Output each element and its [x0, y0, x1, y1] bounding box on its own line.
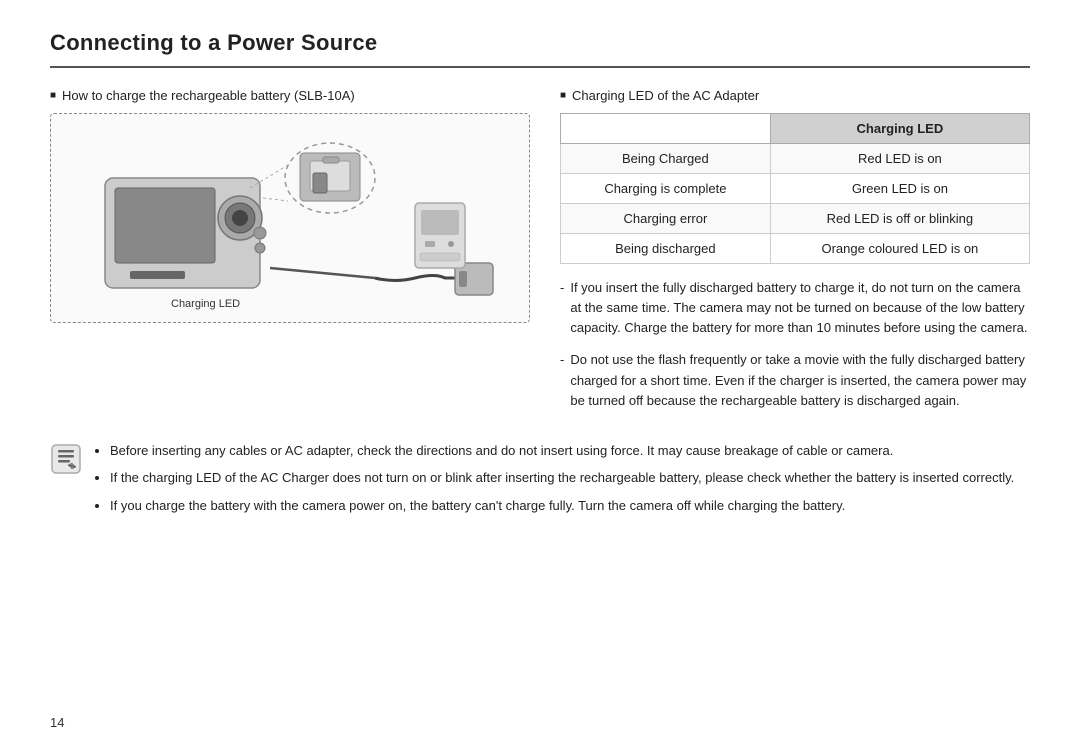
- table-row: Charging errorRed LED is off or blinking: [561, 204, 1030, 234]
- table-row: Charging is completeGreen LED is on: [561, 174, 1030, 204]
- note-bullets-list: Before inserting any cables or AC adapte…: [92, 441, 1030, 516]
- table-header-empty: [561, 114, 771, 144]
- right-note-1: - If you insert the fully discharged bat…: [560, 278, 1030, 338]
- charging-led-table: Charging LED Being ChargedRed LED is onC…: [560, 113, 1030, 264]
- table-row: Being ChargedRed LED is on: [561, 144, 1030, 174]
- page-title: Connecting to a Power Source: [50, 30, 1030, 56]
- note-bullet-3: If you charge the battery with the camer…: [110, 496, 1030, 516]
- camera-diagram: Charging LED: [50, 113, 530, 323]
- right-note-1-text: If you insert the fully discharged batte…: [570, 278, 1030, 338]
- note-bullet-2: If the charging LED of the AC Charger do…: [110, 468, 1030, 488]
- note-bullet-1: Before inserting any cables or AC adapte…: [110, 441, 1030, 461]
- note-box: Before inserting any cables or AC adapte…: [50, 441, 1030, 524]
- table-row: Being dischargedOrange coloured LED is o…: [561, 234, 1030, 264]
- table-cell-state: Charging error: [561, 204, 771, 234]
- table-cell-state: Being discharged: [561, 234, 771, 264]
- table-cell-led: Green LED is on: [770, 174, 1029, 204]
- table-cell-led: Red LED is on: [770, 144, 1029, 174]
- camera-illustration: [75, 123, 505, 313]
- title-divider: [50, 66, 1030, 68]
- table-cell-led: Orange coloured LED is on: [770, 234, 1029, 264]
- table-header-charging-led: Charging LED: [770, 114, 1029, 144]
- note-icon: [50, 443, 82, 475]
- page-number: 14: [50, 715, 64, 730]
- pencil-icon: [50, 443, 82, 475]
- dash-2: -: [560, 350, 564, 410]
- right-notes: - If you insert the fully discharged bat…: [560, 278, 1030, 411]
- table-cell-led: Red LED is off or blinking: [770, 204, 1029, 234]
- right-note-2-text: Do not use the flash frequently or take …: [570, 350, 1030, 410]
- charging-led-label: Charging LED: [171, 298, 240, 310]
- dash-1: -: [560, 278, 564, 338]
- left-section-header: How to charge the rechargeable battery (…: [50, 88, 530, 103]
- table-cell-state: Being Charged: [561, 144, 771, 174]
- table-cell-state: Charging is complete: [561, 174, 771, 204]
- note-bullets-container: Before inserting any cables or AC adapte…: [92, 441, 1030, 524]
- right-note-2: - Do not use the flash frequently or tak…: [560, 350, 1030, 410]
- left-column: How to charge the rechargeable battery (…: [50, 88, 530, 423]
- right-section-header: Charging LED of the AC Adapter: [560, 88, 1030, 103]
- right-column: Charging LED of the AC Adapter Charging …: [560, 88, 1030, 423]
